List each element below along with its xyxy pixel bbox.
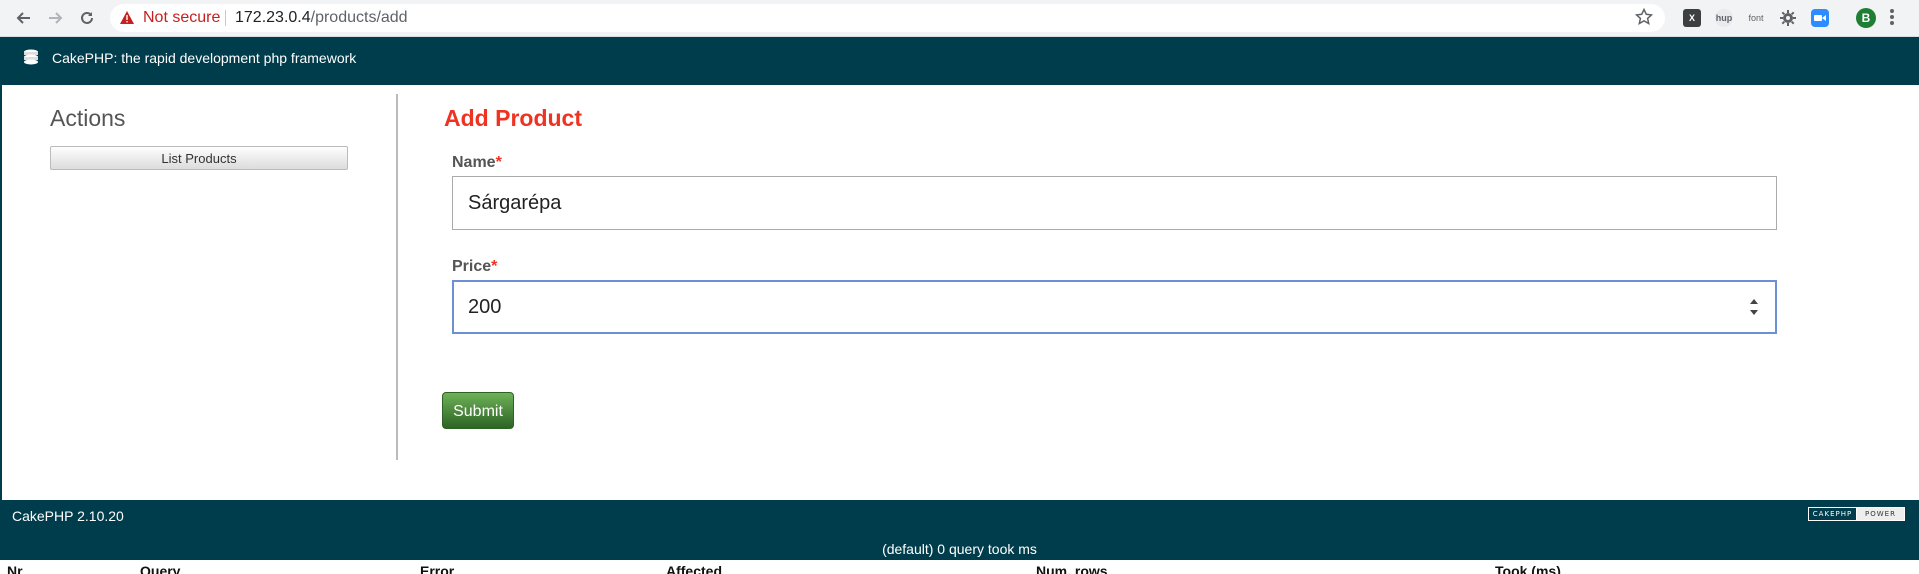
- name-input-value: Sárgarépa: [468, 192, 562, 214]
- price-input[interactable]: 200: [452, 280, 1777, 334]
- extension-hup-icon[interactable]: hup: [1715, 9, 1733, 27]
- sql-col-took: Took (ms): [1495, 563, 1561, 574]
- extension-x-icon[interactable]: X: [1683, 9, 1701, 27]
- site-title[interactable]: CakePHP: the rapid development php frame…: [52, 50, 356, 66]
- number-spinner-icon[interactable]: [1749, 297, 1759, 317]
- browser-toolbar: Not secure 172.23.0.4/products/add X hup…: [0, 0, 1919, 37]
- reload-button[interactable]: [75, 6, 99, 30]
- price-input-value: 200: [468, 296, 502, 318]
- cakephp-logo-icon: [24, 49, 38, 65]
- site-header: CakePHP: the rapid development php frame…: [0, 37, 1919, 85]
- sql-col-nr: Nr: [7, 563, 23, 574]
- sql-col-affected: Affected: [666, 563, 723, 574]
- extension-gear-icon[interactable]: [1779, 9, 1797, 27]
- sql-log-caption: (default) 0 query took ms: [882, 541, 1037, 557]
- sql-col-num-rows: Num. rows: [1036, 563, 1108, 574]
- address-bar[interactable]: Not secure 172.23.0.4/products/add: [110, 4, 1665, 32]
- power-badge-left: CAKEPHP: [1812, 510, 1853, 518]
- submit-button[interactable]: Submit: [442, 392, 514, 429]
- sidebar-divider: [396, 94, 398, 460]
- back-arrow-icon: [16, 12, 30, 24]
- forward-button[interactable]: [43, 6, 67, 30]
- url-host: 172.23.0.4: [235, 9, 311, 26]
- required-marker: *: [491, 258, 498, 275]
- name-input[interactable]: Sárgarépa: [452, 176, 1777, 230]
- forward-arrow-icon: [49, 12, 63, 24]
- url-path: /products/add: [310, 9, 408, 26]
- url-text[interactable]: 172.23.0.4/products/add: [235, 9, 408, 27]
- list-products-button[interactable]: List Products: [50, 146, 348, 170]
- security-label[interactable]: Not secure: [143, 9, 220, 27]
- footer-version: CakePHP 2.10.20: [12, 508, 124, 524]
- page-title: Add Product: [444, 105, 582, 131]
- powered-by-badge[interactable]: CAKEPHP POWER: [1808, 507, 1905, 521]
- sql-col-query: Query: [140, 563, 181, 574]
- reload-icon: [81, 11, 93, 24]
- bookmark-star-icon[interactable]: [1635, 8, 1653, 26]
- extension-zoom-icon[interactable]: [1811, 9, 1829, 27]
- price-label-text: Price: [452, 258, 492, 275]
- warning-icon: [120, 11, 134, 24]
- browser-menu-icon[interactable]: [1890, 9, 1896, 27]
- required-marker: *: [495, 154, 502, 171]
- profile-avatar[interactable]: B: [1856, 8, 1876, 28]
- actions-heading: Actions: [50, 105, 126, 131]
- omnibox-separator: [225, 10, 226, 26]
- sql-log-header: Nr Query Error Affected Num. rows Took (…: [0, 563, 1919, 574]
- back-button[interactable]: [12, 6, 36, 30]
- power-badge-right: POWER: [1856, 508, 1904, 520]
- name-label-text: Name: [452, 154, 496, 171]
- price-label: Price*: [452, 258, 497, 276]
- name-label: Name*: [452, 154, 502, 172]
- extension-font-icon[interactable]: font: [1747, 9, 1765, 27]
- sql-col-error: Error: [420, 563, 455, 574]
